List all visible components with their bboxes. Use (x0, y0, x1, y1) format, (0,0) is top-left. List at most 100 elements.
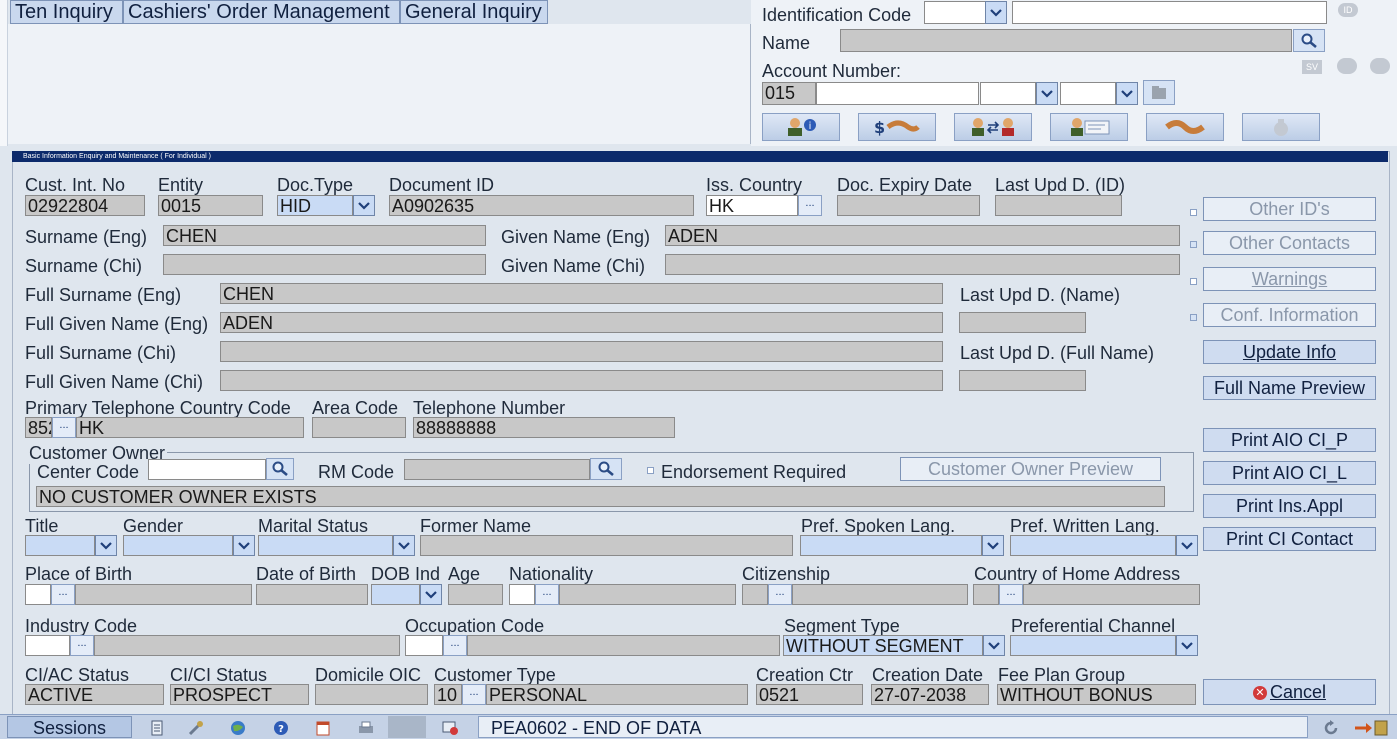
full-surname-chi-field (220, 341, 943, 362)
conf-info-checkbox[interactable] (1190, 314, 1197, 321)
print-aio-ci-l-button[interactable]: Print AIO CI_L (1203, 461, 1376, 485)
name-search-button[interactable] (1293, 29, 1325, 52)
warnings-button[interactable]: Warnings (1203, 267, 1376, 291)
doc-type-dropdown[interactable] (353, 195, 375, 216)
account-type-select[interactable] (980, 82, 1036, 105)
cancel-button[interactable]: ✕ Cancel (1203, 679, 1376, 705)
iss-country-input[interactable]: HK (706, 195, 798, 216)
pref-written-dropdown[interactable] (1176, 535, 1198, 556)
account-lookup-button[interactable] (1143, 80, 1175, 105)
id-badge-icon[interactable]: ID (1338, 3, 1358, 17)
id-code-input[interactable] (1012, 1, 1327, 24)
sessions-button[interactable]: Sessions (7, 716, 132, 738)
pref-written-select[interactable] (1010, 535, 1176, 556)
industry-lookup[interactable]: ... (70, 635, 94, 656)
info-grey-icon[interactable] (1337, 58, 1357, 74)
nationality-field (559, 584, 736, 605)
top-left-pane (0, 24, 751, 144)
globe-icon[interactable] (229, 720, 247, 736)
folder-icon (1152, 85, 1166, 99)
pref-channel-select[interactable] (1010, 635, 1176, 656)
occupation-lookup[interactable]: ... (443, 635, 467, 656)
printer-icon[interactable] (357, 720, 375, 736)
customer-card-button[interactable] (1050, 113, 1128, 141)
id-code-dropdown[interactable] (985, 1, 1007, 24)
pref-channel-dropdown[interactable] (1176, 635, 1198, 656)
other-ids-checkbox[interactable] (1190, 209, 1197, 216)
cancel-label: Cancel (1269, 682, 1327, 702)
doc-type-select[interactable]: HID (277, 195, 353, 216)
marital-select[interactable] (258, 535, 393, 556)
other-contacts-button[interactable]: Other Contacts (1203, 231, 1376, 255)
disabled-tool-button[interactable] (388, 716, 426, 738)
tab-cashiers-order[interactable]: Cashiers' Order Management (123, 0, 400, 24)
info-grey-icon-2[interactable] (1370, 58, 1390, 74)
refresh-icon[interactable] (1322, 720, 1340, 736)
place-birth-lookup[interactable]: ... (51, 584, 75, 605)
logout-icon[interactable] (1353, 720, 1391, 736)
money-bag-button[interactable] (1242, 113, 1320, 141)
alert-window-icon[interactable] (441, 720, 459, 736)
gender-select[interactable] (123, 535, 233, 556)
occupation-input[interactable] (405, 635, 443, 656)
nationality-input[interactable] (509, 584, 535, 605)
help-icon[interactable]: ? (272, 720, 290, 736)
conf-info-button[interactable]: Conf. Information (1203, 303, 1376, 327)
customer-info-button[interactable]: i (762, 113, 840, 141)
dob-ind-select[interactable] (371, 584, 420, 605)
warnings-checkbox[interactable] (1190, 278, 1197, 285)
doc-type-label: Doc.Type (277, 175, 354, 195)
title-dropdown[interactable] (95, 535, 117, 556)
doc-expiry-label: Doc. Expiry Date (837, 175, 973, 195)
industry-input[interactable] (25, 635, 70, 656)
customer-owner-preview-button[interactable]: Customer Owner Preview (900, 457, 1161, 481)
pref-spoken-dropdown[interactable] (982, 535, 1004, 556)
search-icon (272, 461, 288, 476)
title-select[interactable] (25, 535, 95, 556)
gender-dropdown[interactable] (233, 535, 255, 556)
print-ci-contact-button[interactable]: Print CI Contact (1203, 527, 1376, 551)
iss-country-lookup[interactable]: ... (798, 195, 822, 216)
account-ccy-dropdown[interactable] (1116, 82, 1138, 105)
name-input[interactable] (840, 29, 1292, 52)
account-type-dropdown[interactable] (1036, 82, 1058, 105)
place-birth-input[interactable] (25, 584, 51, 605)
ci-ci-status-label: CI/CI Status (170, 665, 268, 685)
country-home-lookup[interactable]: ... (999, 584, 1023, 605)
rm-code-search[interactable] (590, 458, 622, 480)
svg-text:i: i (809, 121, 812, 132)
segment-dropdown[interactable] (983, 635, 1005, 656)
id-code-select[interactable] (924, 1, 986, 24)
tel-country-field: HK (76, 417, 304, 438)
other-contacts-checkbox[interactable] (1190, 241, 1197, 248)
endorsement-checkbox[interactable] (647, 467, 654, 474)
citizenship-lookup[interactable]: ... (768, 584, 792, 605)
dob-ind-dropdown[interactable] (420, 584, 442, 605)
account-number-input[interactable] (816, 82, 979, 105)
sv-icon[interactable]: SV (1302, 60, 1322, 74)
center-code-search[interactable] (266, 458, 294, 480)
tools-icon[interactable] (187, 720, 205, 736)
print-ins-appl-button[interactable]: Print Ins.Appl (1203, 494, 1376, 518)
handshake-button[interactable] (1146, 113, 1224, 141)
tab-ten-inquiry[interactable]: Ten Inquiry (10, 0, 123, 24)
marital-dropdown[interactable] (393, 535, 415, 556)
calendar-icon[interactable] (314, 720, 332, 736)
pref-channel-label: Preferential Channel (1011, 616, 1176, 636)
nationality-lookup[interactable]: ... (535, 584, 559, 605)
transfer-users-button[interactable] (954, 113, 1032, 141)
pref-spoken-select[interactable] (800, 535, 982, 556)
deal-button[interactable]: $ (858, 113, 936, 141)
center-code-input[interactable] (148, 459, 266, 480)
customer-type-lookup[interactable]: ... (462, 684, 486, 705)
document-icon[interactable] (148, 720, 166, 736)
print-aio-ci-p-button[interactable]: Print AIO CI_P (1203, 428, 1376, 452)
update-info-button[interactable]: Update Info (1203, 340, 1376, 364)
tab-general-inquiry[interactable]: General Inquiry (400, 0, 548, 24)
other-ids-button[interactable]: Other ID's (1203, 197, 1376, 221)
account-ccy-select[interactable] (1060, 82, 1116, 105)
full-name-preview-button[interactable]: Full Name Preview (1203, 376, 1376, 400)
segment-select[interactable]: WITHOUT SEGMENT (783, 635, 983, 656)
account-prefix-field[interactable]: 015 (762, 82, 816, 105)
tel-cc-lookup[interactable]: ... (52, 417, 76, 438)
